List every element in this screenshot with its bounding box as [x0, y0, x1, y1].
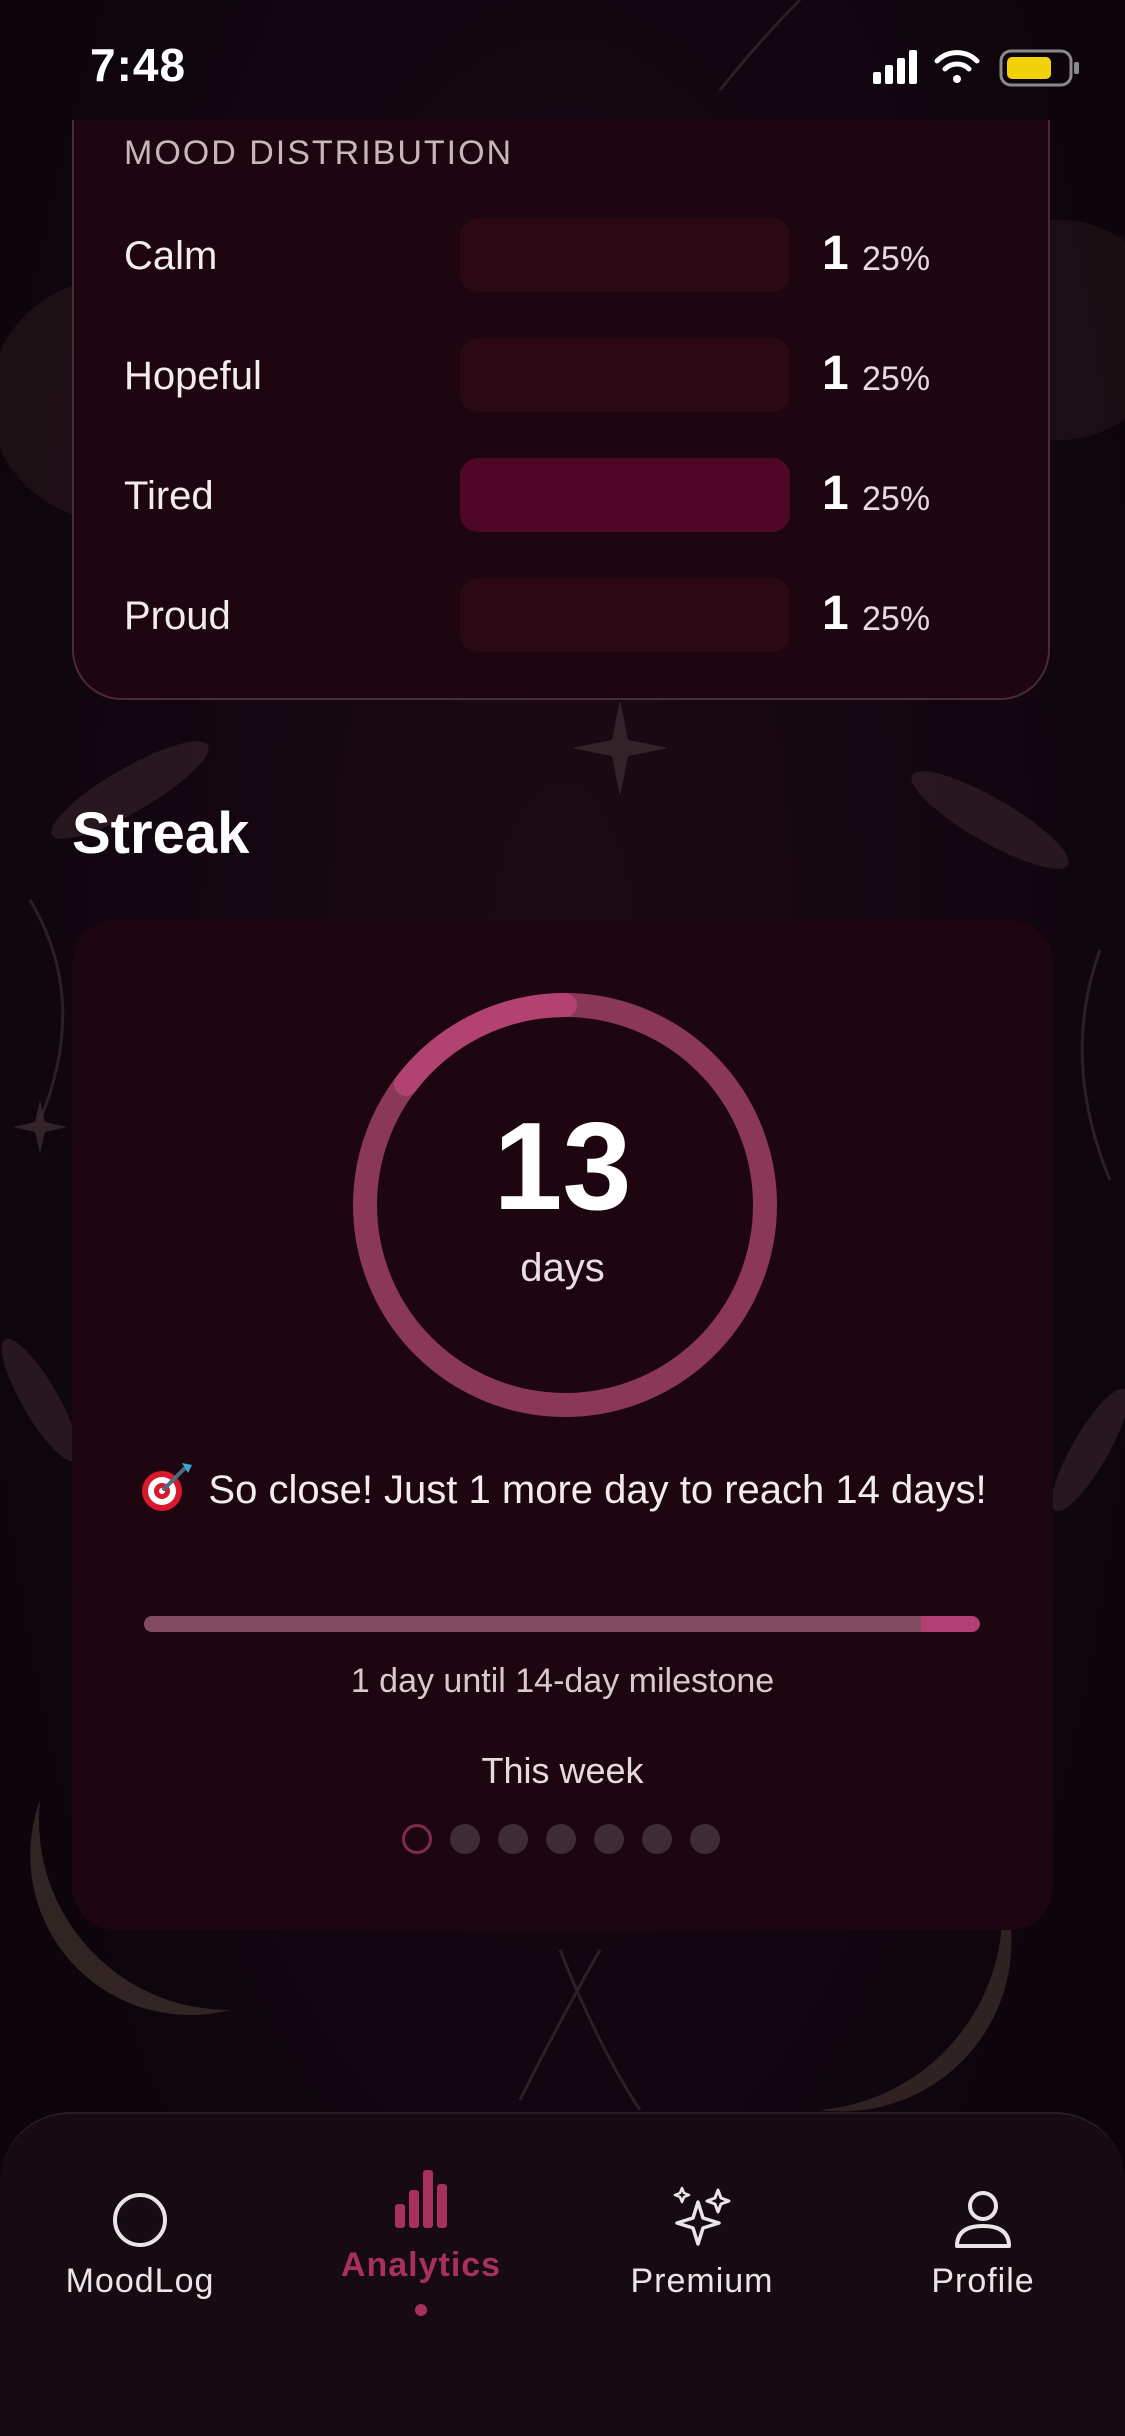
bar-chart-icon [395, 2170, 447, 2228]
week-day-dot [594, 1824, 624, 1854]
week-day-dot [690, 1824, 720, 1854]
milestone-progress-fill [144, 1616, 921, 1632]
mood-row-tired: Tired 1 25% [74, 458, 1052, 538]
status-icons [873, 49, 1079, 87]
mood-bar-highlighted [460, 458, 790, 532]
streak-section-title: Streak [72, 801, 250, 866]
active-tab-indicator [415, 2304, 427, 2316]
person-icon [955, 2191, 1011, 2248]
mood-row-proud: Proud 1 25% [74, 578, 1052, 658]
mood-label: Proud [124, 594, 231, 638]
tab-moodlog[interactable]: MoodLog [20, 2114, 260, 2314]
streak-days-unit: days [520, 1246, 605, 1290]
mood-bar [460, 578, 790, 652]
mood-distribution-title: MOOD DISTRIBUTION [124, 134, 514, 172]
milestone-caption: 1 day until 14-day milestone [350, 1662, 775, 1700]
mood-bar [460, 338, 790, 412]
tab-label: MoodLog [65, 2262, 215, 2300]
mood-count: 1 [822, 467, 849, 520]
streak-card: 13 days So close! Just 1 more day to rea… [72, 920, 1053, 1930]
tab-profile[interactable]: Profile [863, 2114, 1103, 2314]
status-time: 7:48 [90, 39, 187, 91]
mood-label: Hopeful [124, 354, 262, 398]
week-label: This week [481, 1750, 644, 1791]
sparkles-icon [673, 2186, 731, 2246]
mood-percent: 25% [862, 480, 931, 518]
streak-message-text: So close! Just 1 more day to reach 14 da… [208, 1468, 987, 1512]
tab-label: Profile [931, 2262, 1035, 2300]
week-day-dot [498, 1824, 528, 1854]
circle-icon [113, 2193, 167, 2247]
mood-row-hopeful: Hopeful 1 25% [74, 338, 1052, 418]
mood-percent: 25% [862, 360, 931, 398]
battery-icon [999, 49, 1079, 87]
mood-bar [460, 218, 790, 292]
bottom-tab-bar: MoodLog Analytics Premium Profile [0, 2112, 1125, 2436]
cellular-signal-icon [873, 50, 917, 84]
mood-percent: 25% [862, 240, 931, 278]
status-bar: 7:48 [0, 0, 1125, 130]
week-day-indicators [402, 1824, 732, 1858]
week-day-dot-today [402, 1824, 432, 1854]
tab-label: Premium [630, 2262, 774, 2300]
mood-row-calm: Calm 1 25% [74, 218, 1052, 298]
mood-percent: 25% [862, 600, 931, 638]
analytics-screen: 7:48 MOOD DISTRIBUTION Calm 1 25% Hopefu… [0, 0, 1125, 2436]
streak-days-count: 13 [493, 1098, 632, 1236]
week-day-dot [546, 1824, 576, 1854]
wifi-icon [934, 50, 980, 83]
mood-count: 1 [822, 347, 849, 400]
mood-count: 1 [822, 227, 849, 280]
tab-analytics[interactable]: Analytics [301, 2114, 541, 2316]
streak-message: So close! Just 1 more day to reach 14 da… [132, 1460, 993, 1520]
tab-label: Analytics [340, 2246, 502, 2284]
mood-label: Calm [124, 234, 218, 278]
week-day-dot [450, 1824, 480, 1854]
dart-target-icon [142, 1463, 193, 1511]
mood-count: 1 [822, 587, 849, 640]
mood-distribution-card: MOOD DISTRIBUTION Calm 1 25% Hopeful 1 2… [72, 120, 1050, 700]
tab-premium[interactable]: Premium [582, 2114, 822, 2314]
milestone-progress-bar [144, 1616, 980, 1632]
mood-label: Tired [124, 474, 214, 518]
week-day-dot [642, 1824, 672, 1854]
